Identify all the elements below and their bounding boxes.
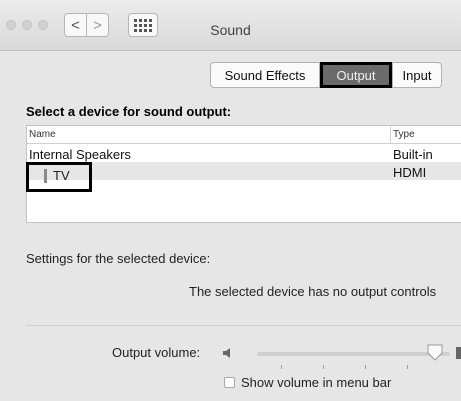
- tv-device-highlight[interactable]: TV: [26, 162, 92, 192]
- divider: [26, 325, 461, 326]
- output-volume-label: Output volume:: [112, 345, 201, 360]
- tab-output[interactable]: Output: [320, 62, 392, 88]
- column-header-name[interactable]: Name: [29, 129, 56, 140]
- device-row-tv[interactable]: HDMI: [27, 162, 461, 180]
- slider-knob[interactable]: [426, 343, 444, 361]
- show-volume-label[interactable]: Show volume in menu bar: [241, 375, 391, 390]
- speaker-high-icon: [456, 347, 461, 359]
- device-type: Built-in: [393, 147, 433, 162]
- slider-tick: [407, 365, 408, 369]
- no-controls-message: The selected device has no output contro…: [189, 284, 437, 299]
- output-volume-slider[interactable]: [257, 344, 450, 369]
- selection-indicator: [44, 169, 47, 183]
- settings-label: Settings for the selected device:: [26, 251, 211, 266]
- device-name: TV: [53, 168, 70, 183]
- output-device-heading: Select a device for sound output:: [26, 104, 232, 119]
- title-bar: < > Sound: [0, 0, 461, 51]
- tab-input[interactable]: Input: [392, 62, 442, 88]
- slider-tick: [323, 365, 324, 369]
- window-title: Sound: [210, 22, 251, 38]
- slider-tick: [281, 365, 282, 369]
- list-header: Name Type: [27, 126, 461, 144]
- device-type: HDMI: [393, 165, 427, 180]
- tab-sound-effects[interactable]: Sound Effects: [210, 62, 320, 88]
- device-name: Internal Speakers: [29, 147, 131, 162]
- column-header-type[interactable]: Type: [393, 129, 415, 140]
- show-volume-checkbox[interactable]: [224, 377, 235, 388]
- column-divider: [390, 126, 391, 143]
- speaker-low-icon: [223, 348, 230, 358]
- device-row-internal-speakers[interactable]: Internal Speakers Built-in: [27, 144, 461, 162]
- sound-preferences-window: < > Sound Sound Effects Output Input Sel…: [0, 0, 461, 401]
- slider-tick: [365, 365, 366, 369]
- tab-bar: Sound Effects Output Input: [210, 62, 442, 88]
